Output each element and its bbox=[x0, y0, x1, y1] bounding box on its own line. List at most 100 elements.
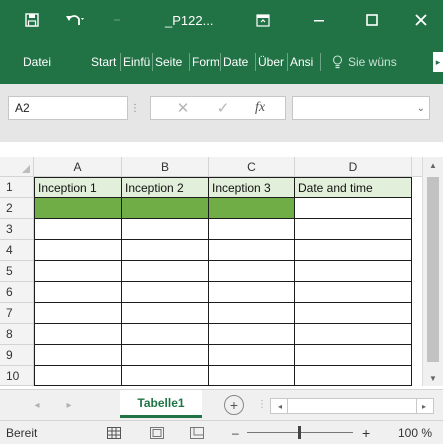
table-cell[interactable] bbox=[122, 261, 209, 282]
sheet-tab-tabelle1[interactable]: Tabelle1 bbox=[120, 390, 202, 418]
tab-formeln[interactable]: Form bbox=[192, 40, 219, 84]
scroll-right-icon[interactable]: ▸ bbox=[417, 399, 431, 413]
table-cell[interactable] bbox=[122, 282, 209, 303]
table-cell[interactable] bbox=[295, 345, 412, 366]
vertical-scrollbar[interactable]: ▲ ▼ bbox=[422, 157, 443, 386]
zoom-in-button[interactable]: + bbox=[362, 421, 370, 444]
tab-ueberpruefen[interactable]: Über bbox=[258, 40, 286, 84]
row-header-4[interactable]: 4 bbox=[0, 240, 34, 261]
cell-d1[interactable]: Date and time bbox=[295, 177, 412, 198]
row-header-7[interactable]: 7 bbox=[0, 303, 34, 324]
row-header-1[interactable]: 1 bbox=[0, 177, 34, 198]
minimize-icon[interactable] bbox=[304, 0, 334, 40]
table-cell[interactable] bbox=[34, 282, 122, 303]
cell-b2[interactable] bbox=[122, 198, 209, 219]
table-cell[interactable] bbox=[122, 366, 209, 386]
cell-c2[interactable] bbox=[209, 198, 295, 219]
scroll-down-icon[interactable]: ▼ bbox=[423, 370, 443, 386]
table-cell[interactable] bbox=[122, 324, 209, 345]
table-cell[interactable] bbox=[209, 303, 295, 324]
column-header-c[interactable]: C bbox=[209, 157, 295, 177]
horizontal-scrollbar[interactable]: ◂ ▸ bbox=[270, 398, 434, 414]
cell-a2[interactable] bbox=[34, 198, 122, 219]
normal-view-icon[interactable] bbox=[107, 421, 121, 444]
table-cell[interactable] bbox=[34, 303, 122, 324]
table-cell[interactable] bbox=[209, 345, 295, 366]
add-sheet-button[interactable]: + bbox=[224, 395, 244, 415]
table-cell[interactable] bbox=[295, 282, 412, 303]
maximize-icon[interactable] bbox=[357, 0, 387, 40]
table-cell[interactable] bbox=[122, 303, 209, 324]
table-cell[interactable] bbox=[209, 261, 295, 282]
cancel-icon[interactable]: ✕ bbox=[173, 97, 193, 119]
table-cell[interactable] bbox=[122, 240, 209, 261]
table-cell[interactable] bbox=[295, 366, 412, 386]
table-cell[interactable] bbox=[34, 324, 122, 345]
tab-datei[interactable]: Datei bbox=[23, 40, 57, 84]
redo-icon[interactable] bbox=[108, 0, 126, 40]
tell-me-box[interactable]: Sie wüns bbox=[348, 40, 432, 84]
table-cell[interactable] bbox=[295, 219, 412, 240]
table-cell[interactable] bbox=[209, 219, 295, 240]
tab-seitenlayout[interactable]: Seite bbox=[155, 40, 185, 84]
scroll-left-icon[interactable]: ◂ bbox=[273, 399, 287, 413]
insert-function-button[interactable]: fx bbox=[247, 97, 273, 119]
table-cell[interactable] bbox=[34, 366, 122, 386]
row-header-8[interactable]: 8 bbox=[0, 324, 34, 345]
undo-icon[interactable] bbox=[62, 0, 88, 40]
formula-input[interactable]: ⌄ bbox=[292, 96, 430, 120]
close-icon[interactable] bbox=[406, 0, 436, 40]
table-cell[interactable] bbox=[34, 219, 122, 240]
table-cell[interactable] bbox=[34, 261, 122, 282]
lightbulb-icon[interactable] bbox=[332, 40, 345, 84]
page-layout-view-icon[interactable] bbox=[150, 421, 164, 444]
cell-d2[interactable] bbox=[295, 198, 412, 219]
page-break-view-icon[interactable] bbox=[190, 421, 204, 444]
table-cell[interactable] bbox=[122, 345, 209, 366]
scroll-up-icon[interactable]: ▲ bbox=[423, 157, 443, 173]
table-cell[interactable] bbox=[295, 261, 412, 282]
sheet-prev-icon[interactable]: ◂ bbox=[30, 396, 44, 414]
cell-c1[interactable]: Inception 3 bbox=[209, 177, 295, 198]
row-header-3[interactable]: 3 bbox=[0, 219, 34, 240]
ribbon-scroll-right-icon[interactable]: ▸ bbox=[433, 52, 443, 72]
chevron-down-icon[interactable]: ⋮ bbox=[128, 96, 142, 120]
scroll-thumb[interactable] bbox=[427, 177, 439, 362]
table-cell[interactable] bbox=[209, 366, 295, 386]
table-cell[interactable] bbox=[34, 240, 122, 261]
table-cell[interactable] bbox=[295, 240, 412, 261]
expand-formula-icon[interactable]: ⌄ bbox=[417, 103, 425, 114]
cell-b1[interactable]: Inception 2 bbox=[122, 177, 209, 198]
select-all-button[interactable] bbox=[0, 157, 34, 177]
tab-einfuegen[interactable]: Einfü bbox=[123, 40, 151, 84]
zoom-level[interactable]: 100 % bbox=[398, 421, 432, 444]
sheet-next-icon[interactable]: ▸ bbox=[62, 396, 76, 414]
row-header-5[interactable]: 5 bbox=[0, 261, 34, 282]
split-handle-icon[interactable]: ⋮ bbox=[257, 399, 267, 410]
row-header-2[interactable]: 2 bbox=[0, 198, 34, 219]
ribbon-display-icon[interactable] bbox=[250, 0, 276, 40]
zoom-out-button[interactable]: – bbox=[232, 421, 239, 444]
cell-a1[interactable]: Inception 1 bbox=[34, 177, 122, 198]
row-header-6[interactable]: 6 bbox=[0, 282, 34, 303]
table-cell[interactable] bbox=[34, 345, 122, 366]
row-header-9[interactable]: 9 bbox=[0, 345, 34, 366]
table-cell[interactable] bbox=[209, 324, 295, 345]
enter-icon[interactable]: ✓ bbox=[213, 97, 233, 119]
table-cell[interactable] bbox=[295, 303, 412, 324]
column-header-b[interactable]: B bbox=[122, 157, 209, 177]
row-header-10[interactable]: 10 bbox=[0, 366, 34, 386]
table-cell[interactable] bbox=[295, 324, 412, 345]
tab-start[interactable]: Start bbox=[91, 40, 121, 84]
name-box[interactable]: A2 bbox=[8, 96, 128, 120]
tab-ansicht[interactable]: Ansi bbox=[290, 40, 318, 84]
tab-daten[interactable]: Date bbox=[223, 40, 253, 84]
column-header-a[interactable]: A bbox=[34, 157, 122, 177]
table-cell[interactable] bbox=[122, 219, 209, 240]
zoom-slider-thumb[interactable] bbox=[298, 426, 301, 439]
save-icon[interactable] bbox=[20, 0, 44, 40]
table-cell[interactable] bbox=[209, 240, 295, 261]
table-cell[interactable] bbox=[209, 282, 295, 303]
column-header-d[interactable]: D bbox=[295, 157, 412, 177]
column-header-e[interactable] bbox=[412, 157, 422, 177]
